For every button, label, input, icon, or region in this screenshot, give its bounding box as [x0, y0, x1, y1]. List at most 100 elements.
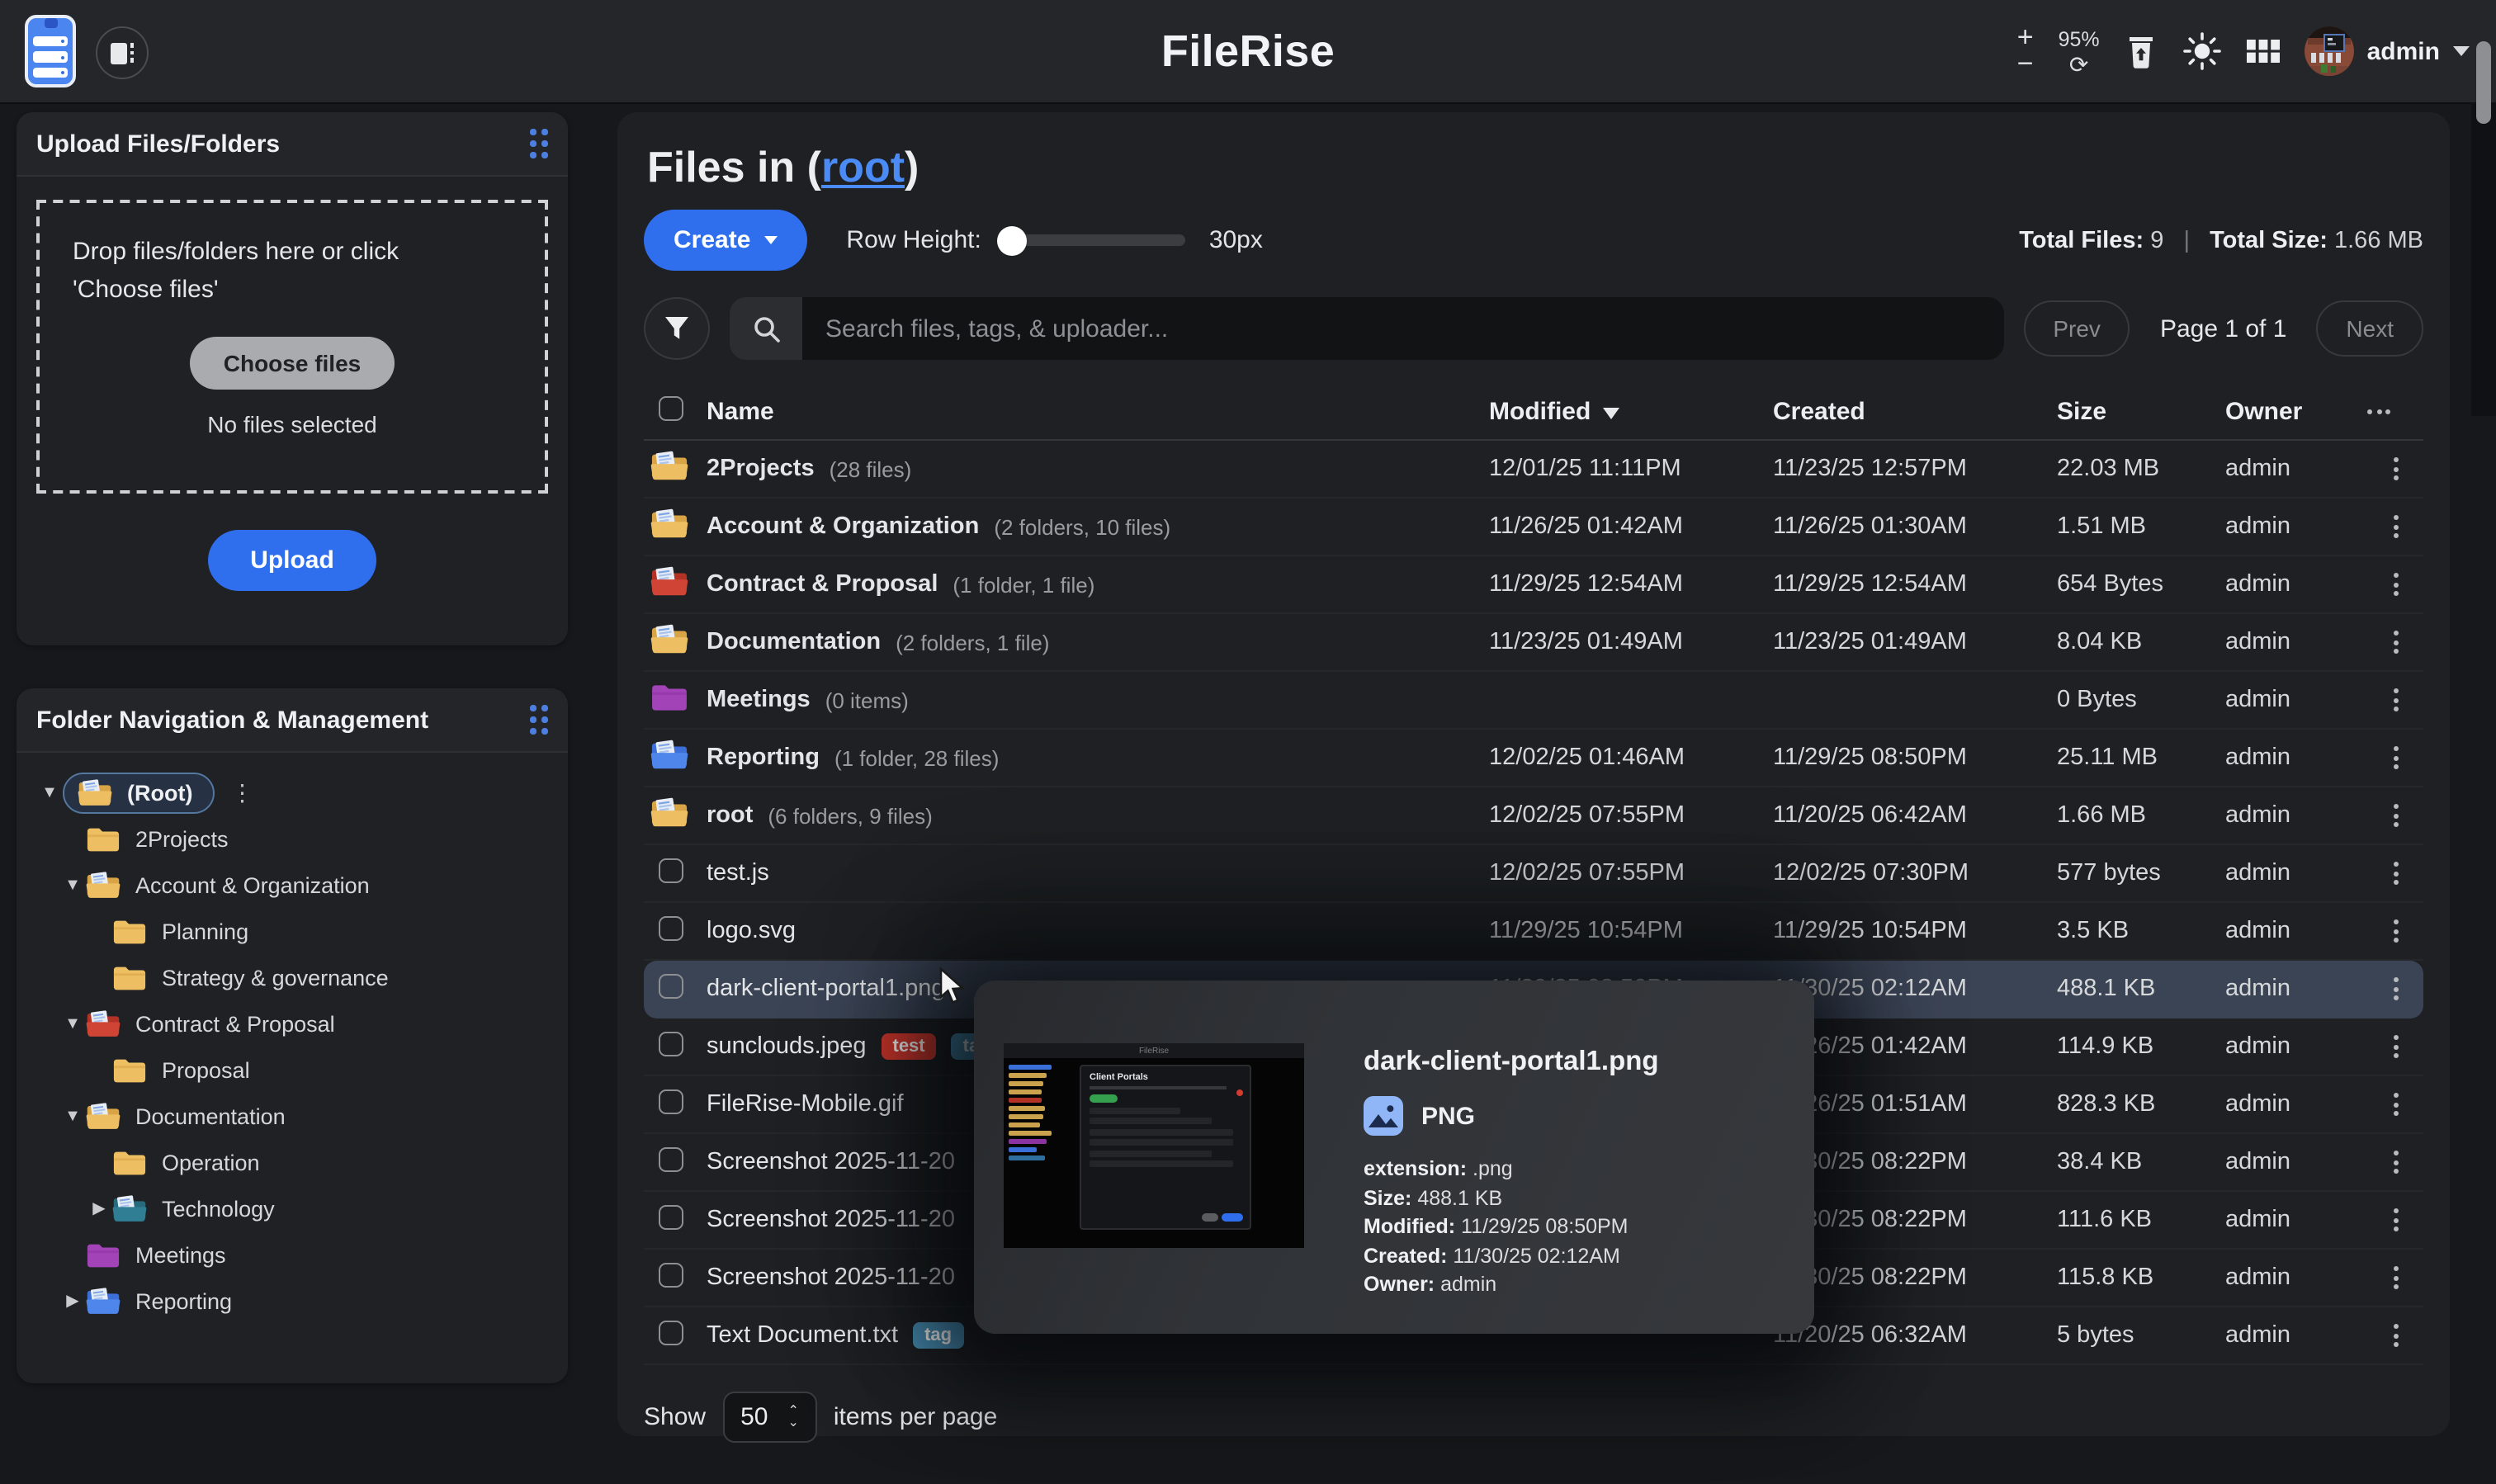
- folder-menu-kebab-icon[interactable]: ⋮: [230, 778, 253, 806]
- col-owner[interactable]: Owner: [2225, 397, 2367, 425]
- file-name[interactable]: test.js: [707, 860, 769, 886]
- row-checkbox[interactable]: [659, 1204, 683, 1229]
- table-row-root[interactable]: root(6 folders, 9 files)12/02/25 07:55PM…: [644, 787, 2423, 845]
- zoom-in-button[interactable]: +: [2017, 28, 2034, 48]
- file-name[interactable]: 2Projects: [707, 456, 815, 482]
- table-row-meetings[interactable]: Meetings(0 items)0 Bytesadmin: [644, 672, 2423, 730]
- row-checkbox[interactable]: [659, 1262, 683, 1287]
- trash-restore-icon[interactable]: [2125, 33, 2158, 69]
- file-name[interactable]: Documentation: [707, 629, 881, 655]
- upload-button[interactable]: Upload: [207, 530, 377, 591]
- slider-thumb[interactable]: [998, 225, 1028, 255]
- tree-item-meetings[interactable]: Meetings: [30, 1231, 555, 1278]
- row-actions-kebab-icon[interactable]: [2367, 688, 2423, 711]
- filter-button[interactable]: [644, 297, 710, 360]
- tree-item-reporting[interactable]: ▶Reporting: [30, 1278, 555, 1324]
- tree-item-2projects[interactable]: 2Projects: [30, 815, 555, 862]
- row-actions-kebab-icon[interactable]: [2367, 977, 2423, 1000]
- row-actions-kebab-icon[interactable]: [2367, 919, 2423, 943]
- tree-caret-icon[interactable]: ▶: [59, 1292, 86, 1310]
- tree-caret-icon[interactable]: ▼: [59, 876, 86, 894]
- tree-item-technology[interactable]: ▶Technology: [30, 1185, 555, 1231]
- tree-item-planning[interactable]: Planning: [30, 908, 555, 954]
- row-actions-kebab-icon[interactable]: [2367, 1266, 2423, 1289]
- tree-caret-icon[interactable]: ▶: [86, 1199, 112, 1217]
- next-page-button[interactable]: Next: [2316, 300, 2423, 357]
- create-button[interactable]: Create: [644, 210, 806, 271]
- scrollbar-track[interactable]: [2471, 102, 2496, 416]
- table-row-test-js[interactable]: test.js12/02/25 07:55PM12/02/25 07:30PM5…: [644, 845, 2423, 903]
- row-checkbox[interactable]: [659, 858, 683, 882]
- file-name[interactable]: dark-client-portal1.png: [707, 976, 945, 1002]
- row-actions-kebab-icon[interactable]: [2367, 1151, 2423, 1174]
- scrollbar-thumb[interactable]: [2476, 41, 2491, 124]
- file-name[interactable]: root: [707, 802, 753, 829]
- col-name[interactable]: Name: [707, 397, 1489, 425]
- zoom-out-button[interactable]: −: [2017, 54, 2034, 74]
- tree-caret-icon[interactable]: ▼: [59, 1107, 86, 1125]
- row-actions-kebab-icon[interactable]: [2367, 804, 2423, 827]
- tree-item-operation[interactable]: Operation: [30, 1139, 555, 1185]
- row-checkbox[interactable]: [659, 973, 683, 998]
- file-name[interactable]: Reporting: [707, 744, 820, 771]
- table-row-documentation[interactable]: Documentation(2 folders, 1 file)11/23/25…: [644, 614, 2423, 672]
- row-actions-kebab-icon[interactable]: [2367, 862, 2423, 885]
- tree-item-proposal[interactable]: Proposal: [30, 1047, 555, 1093]
- tree-item-documentation[interactable]: ▼Documentation: [30, 1093, 555, 1139]
- table-row-contract-proposal[interactable]: Contract & Proposal(1 folder, 1 file)11/…: [644, 556, 2423, 614]
- tree-caret-icon[interactable]: ▼: [36, 783, 63, 801]
- tree-item--root-[interactable]: ▼(Root) ⋮: [30, 769, 555, 815]
- drag-handle-icon[interactable]: [530, 129, 548, 158]
- selected-folder-pill[interactable]: (Root): [63, 772, 214, 813]
- refresh-icon[interactable]: ⟳: [2069, 54, 2088, 75]
- row-actions-kebab-icon[interactable]: [2367, 1208, 2423, 1231]
- row-actions-kebab-icon[interactable]: [2367, 457, 2423, 480]
- columns-menu-icon[interactable]: [2367, 409, 2423, 414]
- file-name[interactable]: Account & Organization: [707, 513, 979, 540]
- row-checkbox[interactable]: [659, 1089, 683, 1113]
- search-input[interactable]: [802, 297, 2003, 360]
- prev-page-button[interactable]: Prev: [2023, 300, 2130, 357]
- file-name[interactable]: Contract & Proposal: [707, 571, 938, 598]
- file-name[interactable]: Screenshot 2025-11-20: [707, 1149, 955, 1175]
- tag-badge[interactable]: test: [882, 1033, 937, 1060]
- upload-dropzone[interactable]: Drop files/folders here or click 'Choose…: [36, 200, 548, 494]
- file-name[interactable]: Text Document.txt: [707, 1322, 898, 1349]
- table-row-account-organization[interactable]: Account & Organization(2 folders, 10 fil…: [644, 499, 2423, 556]
- tree-caret-icon[interactable]: ▼: [59, 1014, 86, 1033]
- row-actions-kebab-icon[interactable]: [2367, 1035, 2423, 1058]
- tree-item-account-organization[interactable]: ▼Account & Organization: [30, 862, 555, 908]
- row-checkbox[interactable]: [659, 1031, 683, 1056]
- col-modified[interactable]: Modified: [1489, 397, 1773, 425]
- items-per-page-select[interactable]: 50 ⌃⌄: [722, 1392, 817, 1443]
- table-row-reporting[interactable]: Reporting(1 folder, 28 files)12/02/25 01…: [644, 730, 2423, 787]
- drag-handle-icon[interactable]: [530, 705, 548, 735]
- file-name[interactable]: sunclouds.jpeg: [707, 1033, 867, 1060]
- row-actions-kebab-icon[interactable]: [2367, 515, 2423, 538]
- file-name[interactable]: Meetings: [707, 687, 811, 713]
- row-actions-kebab-icon[interactable]: [2367, 573, 2423, 596]
- row-actions-kebab-icon[interactable]: [2367, 746, 2423, 769]
- file-name[interactable]: Screenshot 2025-11-20: [707, 1207, 955, 1233]
- col-created[interactable]: Created: [1773, 397, 2057, 425]
- row-checkbox[interactable]: [659, 1320, 683, 1345]
- tag-badge[interactable]: tag: [913, 1322, 963, 1349]
- theme-toggle-sun-icon[interactable]: [2182, 31, 2222, 71]
- table-row-logo-svg[interactable]: logo.svg11/29/25 10:54PM11/29/25 10:54PM…: [644, 903, 2423, 961]
- row-actions-kebab-icon[interactable]: [2367, 1093, 2423, 1116]
- select-all-checkbox[interactable]: [659, 395, 683, 420]
- file-name[interactable]: Screenshot 2025-11-20: [707, 1264, 955, 1291]
- table-row-2projects[interactable]: 2Projects(28 files)12/01/25 11:11PM11/23…: [644, 441, 2423, 499]
- col-size[interactable]: Size: [2057, 397, 2225, 425]
- root-breadcrumb-link[interactable]: root: [821, 142, 905, 191]
- row-height-slider[interactable]: [1001, 234, 1186, 246]
- row-checkbox[interactable]: [659, 915, 683, 940]
- row-checkbox[interactable]: [659, 1146, 683, 1171]
- tree-item-strategy-governance[interactable]: Strategy & governance: [30, 954, 555, 1000]
- choose-files-button[interactable]: Choose files: [191, 336, 395, 389]
- row-actions-kebab-icon[interactable]: [2367, 1324, 2423, 1347]
- row-actions-kebab-icon[interactable]: [2367, 631, 2423, 654]
- tree-item-contract-proposal[interactable]: ▼Contract & Proposal: [30, 1000, 555, 1047]
- user-menu[interactable]: admin: [2305, 26, 2470, 76]
- file-name[interactable]: logo.svg: [707, 918, 796, 944]
